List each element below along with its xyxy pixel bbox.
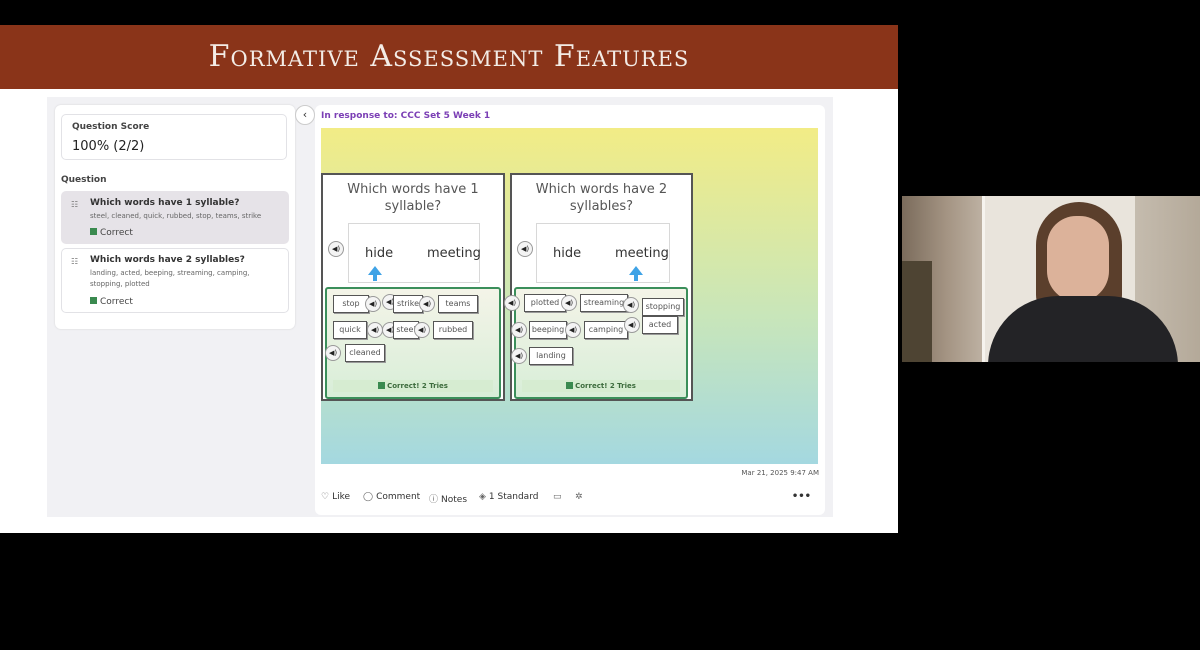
- question-score-box: Question Score 100% (2/2): [61, 114, 287, 160]
- question-panel: Question Score 100% (2/2) Question ☷ Whi…: [55, 105, 295, 329]
- speaker-icon[interactable]: ◀): [365, 296, 381, 312]
- question-score-value: 100% (2/2): [72, 139, 145, 154]
- question-item[interactable]: ☷ Which words have 1 syllable? steel, cl…: [61, 191, 289, 244]
- activity-card-1: Which words have 1 syllable? ◀) hide mee…: [321, 173, 505, 401]
- checkmark-icon: [378, 382, 386, 389]
- app-screenshot: Question Score 100% (2/2) Question ☷ Whi…: [47, 97, 833, 517]
- question-icon: ☷: [71, 200, 79, 209]
- word-tile[interactable]: plotted: [524, 294, 566, 312]
- arrow-up-icon: [629, 266, 643, 281]
- example-word: hide: [553, 246, 582, 261]
- question-title: Which words have 1 syllable?: [90, 198, 240, 208]
- word-tile[interactable]: acted: [642, 316, 678, 334]
- heart-icon: ♡: [321, 492, 330, 502]
- correct-square-icon: [90, 228, 97, 235]
- word-tile[interactable]: camping: [584, 321, 628, 339]
- answer-drop-zone: ◀) plotted ◀) streaming ◀) stopping ◀) b…: [504, 287, 688, 399]
- comment-icon: ◯: [363, 492, 374, 502]
- example-word: meeting: [427, 246, 481, 261]
- speaker-icon[interactable]: ◀): [624, 317, 640, 333]
- post-actions: ♡ Like ◯ Comment ⓘ Notes ◈ 1 Standard ▭ ✲ ••…: [321, 489, 819, 507]
- activity-canvas: Which words have 1 syllable? ◀) hide mee…: [321, 128, 818, 464]
- standard-button[interactable]: ◈ 1 Standard: [479, 492, 538, 502]
- example-word-box: hide meeting: [348, 223, 481, 283]
- collapse-panel-button[interactable]: ‹: [295, 105, 315, 125]
- question-icon: ☷: [71, 257, 79, 266]
- speaker-icon[interactable]: ◀): [511, 322, 527, 338]
- word-tile[interactable]: landing: [529, 347, 573, 365]
- response-label[interactable]: In response to: CCC Set 5 Week 1: [321, 111, 490, 121]
- checkmark-icon: [566, 382, 574, 389]
- question-heading: Question: [61, 175, 107, 185]
- speaker-icon[interactable]: ◀): [414, 322, 430, 338]
- speaker-icon[interactable]: ◀): [561, 295, 577, 311]
- speaker-icon[interactable]: ◀): [419, 296, 435, 312]
- word-tile[interactable]: quick: [333, 321, 367, 339]
- question-score-label: Question Score: [72, 122, 150, 132]
- slide-title: Formative Assessment Features: [208, 39, 690, 74]
- more-options-button[interactable]: •••: [792, 491, 811, 502]
- question-status: Correct: [90, 297, 133, 307]
- folder-button[interactable]: ▭: [553, 492, 565, 502]
- speaker-icon[interactable]: ◀): [367, 322, 383, 338]
- example-word: hide: [365, 246, 394, 261]
- presenter-webcam: [902, 196, 1200, 362]
- post-timestamp: Mar 21, 2025 9:47 AM: [741, 469, 819, 477]
- folder-icon: ▭: [553, 492, 562, 502]
- slide-banner: Formative Assessment Features: [0, 25, 898, 89]
- speaker-icon[interactable]: ◀): [565, 322, 581, 338]
- presentation-slide: Formative Assessment Features Question S…: [0, 25, 898, 533]
- question-item[interactable]: ☷ Which words have 2 syllables? landing,…: [61, 248, 289, 313]
- answer-drop-zone: stop ◀) ◀) strike ◀) teams quick ◀) ◀) s…: [325, 287, 501, 399]
- example-word-box: hide meeting: [536, 223, 670, 283]
- question-status: Correct: [90, 228, 133, 238]
- card-title: Which words have 1 syllable?: [347, 182, 479, 214]
- response-panel: In response to: CCC Set 5 Week 1 Which w…: [315, 105, 825, 515]
- word-tile[interactable]: beeping: [529, 321, 567, 339]
- example-word: meeting: [615, 246, 669, 261]
- speaker-icon[interactable]: ◀): [504, 295, 520, 311]
- arrow-up-icon: [368, 266, 382, 281]
- notes-button[interactable]: ⓘ Notes: [429, 492, 467, 505]
- speaker-icon[interactable]: ◀): [325, 345, 341, 361]
- presenter-face: [1047, 216, 1109, 302]
- webcam-plant: [902, 261, 932, 362]
- word-tile[interactable]: teams: [438, 295, 478, 313]
- word-tile[interactable]: stop: [333, 295, 369, 313]
- ai-icon: ✲: [575, 492, 583, 502]
- question-title: Which words have 2 syllables?: [90, 255, 245, 265]
- activity-card-2: Which words have 2 syllables? ◀) hide me…: [504, 173, 693, 401]
- question-answers: steel, cleaned, quick, rubbed, stop, tea…: [90, 212, 262, 220]
- speaker-icon[interactable]: ◀): [517, 241, 533, 257]
- result-bar: Correct! 2 Tries: [333, 380, 493, 392]
- speaker-icon[interactable]: ◀): [511, 348, 527, 364]
- standard-icon: ◈: [479, 492, 486, 502]
- word-tile[interactable]: stopping: [642, 298, 684, 316]
- result-bar: Correct! 2 Tries: [522, 380, 680, 392]
- card-title: Which words have 2 syllables?: [535, 182, 668, 214]
- notes-icon: ⓘ: [429, 495, 439, 505]
- word-tile[interactable]: rubbed: [433, 321, 473, 339]
- comment-button[interactable]: ◯ Comment: [363, 492, 420, 502]
- question-answers: landing, acted, beeping, streaming, camp…: [90, 269, 250, 288]
- speaker-icon[interactable]: ◀): [328, 241, 344, 257]
- correct-square-icon: [90, 297, 97, 304]
- word-tile[interactable]: streaming: [580, 294, 628, 312]
- ai-button[interactable]: ✲: [575, 492, 586, 502]
- speaker-icon[interactable]: ◀): [623, 297, 639, 313]
- word-tile[interactable]: cleaned: [345, 344, 385, 362]
- like-button[interactable]: ♡ Like: [321, 492, 350, 502]
- chevron-left-icon: ‹: [302, 108, 308, 121]
